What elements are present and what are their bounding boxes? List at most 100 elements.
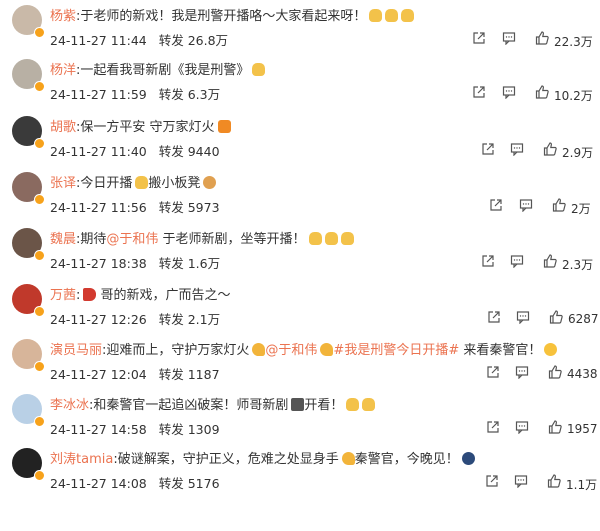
- repost-count: 转发 26.8万: [158, 33, 229, 48]
- like-icon: [543, 254, 557, 268]
- muscle-emoji-icon: [341, 452, 355, 465]
- verified-badge-icon: [34, 250, 45, 261]
- hand-emoji-icon: [340, 232, 354, 245]
- like-count: 22.3万: [554, 35, 593, 49]
- comment-button[interactable]: [502, 31, 516, 45]
- share-icon: [486, 420, 500, 434]
- comment-button[interactable]: [510, 254, 524, 268]
- verified-badge-icon: [34, 194, 45, 205]
- username-link[interactable]: 张译: [50, 176, 76, 191]
- like-button[interactable]: [543, 254, 557, 268]
- comment-tail: 开看！: [304, 398, 344, 413]
- username-link[interactable]: 李冰冰: [50, 398, 89, 413]
- username-link[interactable]: 杨洋: [50, 63, 76, 78]
- comment-button[interactable]: [516, 310, 530, 324]
- comment-button[interactable]: [515, 365, 529, 379]
- comment-icon: [515, 420, 529, 434]
- comment-icon: [519, 198, 533, 212]
- comment-body: :今日开播: [76, 176, 133, 191]
- share-icon: [485, 474, 499, 488]
- like-button[interactable]: [548, 420, 562, 434]
- like-button[interactable]: [548, 365, 562, 379]
- comment-meta: 24-11-27 12:04 转发 1187: [50, 365, 220, 385]
- share-icon: [472, 85, 486, 99]
- hand-emoji-icon: [346, 398, 360, 411]
- comment-button[interactable]: [519, 198, 533, 212]
- like-count: 1957: [567, 422, 598, 436]
- share-icon: [481, 254, 495, 268]
- comment-meta: 24-11-27 11:40 转发 9440: [50, 142, 220, 162]
- repost-count: 转发 9440: [158, 144, 220, 159]
- comment-row: 李冰冰:和秦警官一起追凶破案！师哥新剧 开看！ 24-11-27 14:58 转发 1…: [0, 393, 600, 445]
- share-button[interactable]: [489, 198, 503, 212]
- username-link[interactable]: 胡歌: [50, 120, 76, 135]
- like-icon: [535, 31, 549, 45]
- like-count: 2.9万: [562, 146, 594, 160]
- share-button[interactable]: [472, 31, 486, 45]
- share-button[interactable]: [481, 254, 495, 268]
- hand-emoji-icon: [362, 398, 376, 411]
- username-link[interactable]: 演员马丽: [50, 343, 102, 358]
- comment-button[interactable]: [502, 85, 516, 99]
- like-icon: [543, 142, 557, 156]
- mention-link[interactable]: @于和伟: [106, 232, 158, 247]
- hand-emoji-icon: [308, 232, 322, 245]
- username-link[interactable]: 魏晨: [50, 232, 76, 247]
- verified-badge-icon: [34, 470, 45, 481]
- comment-button[interactable]: [514, 474, 528, 488]
- share-button[interactable]: [486, 365, 500, 379]
- hashtag-link[interactable]: #我是刑警今日开播#: [333, 343, 459, 358]
- comment-icon: [515, 365, 529, 379]
- comment-meta: 24-11-27 14:08 转发 5176: [50, 474, 220, 494]
- share-button[interactable]: [486, 420, 500, 434]
- comment-text: 刘涛tamia:破谜解案，守护正义，危难之处显身手 秦警官，今晚见！: [50, 450, 475, 470]
- like-button[interactable]: [535, 31, 549, 45]
- share-button[interactable]: [472, 85, 486, 99]
- like-button[interactable]: [535, 85, 549, 99]
- share-button[interactable]: [487, 310, 501, 324]
- comment-row: 刘涛tamia:破谜解案，守护正义，危难之处显身手 秦警官，今晚见！ 24-11-2…: [0, 447, 600, 499]
- timestamp: 24-11-27 11:56: [50, 200, 147, 215]
- share-button[interactable]: [485, 474, 499, 488]
- username-link[interactable]: 杨紫: [50, 9, 76, 24]
- comment-tail: 秦警官，今晚见！: [354, 452, 459, 467]
- comment-icon: [510, 254, 524, 268]
- timestamp: 24-11-27 14:58: [50, 422, 147, 437]
- comment-row: 演员马丽:迎难而上，守护万家灯火 @于和伟 #我是刑警今日开播# 来看秦警官！ 24-…: [0, 338, 600, 390]
- orange-emoji-icon: [217, 120, 231, 133]
- repost-count: 转发 1187: [158, 367, 220, 382]
- comment-body: :保一方平安 守万家灯火: [76, 120, 215, 135]
- like-button[interactable]: [543, 142, 557, 156]
- share-icon: [489, 198, 503, 212]
- hand-emoji-icon: [369, 9, 383, 22]
- mention-link[interactable]: @于和伟: [265, 343, 317, 358]
- like-button[interactable]: [552, 198, 566, 212]
- comment-icon: [516, 310, 530, 324]
- comment-button[interactable]: [515, 420, 529, 434]
- share-icon: [486, 365, 500, 379]
- share-icon: [472, 31, 486, 45]
- like-button[interactable]: [547, 474, 561, 488]
- username-link[interactable]: 万茜: [50, 288, 76, 303]
- timestamp: 24-11-27 14:08: [50, 476, 147, 491]
- share-button[interactable]: [481, 142, 495, 156]
- comment-text: 演员马丽:迎难而上，守护万家灯火 @于和伟 #我是刑警今日开播# 来看秦警官！: [50, 341, 558, 361]
- repost-count: 转发 6.3万: [158, 87, 221, 102]
- username-link[interactable]: 刘涛tamia: [50, 452, 113, 467]
- verified-badge-icon: [34, 306, 45, 317]
- comment-text: 张译:今日开播 搬小板凳: [50, 174, 217, 194]
- comment-row: 杨紫:于老师的新戏！我是刑警开播咯～大家看起来呀！ 24-11-27 11:44 转…: [0, 4, 600, 56]
- share-icon: [481, 142, 495, 156]
- timestamp: 24-11-27 18:38: [50, 256, 147, 271]
- like-icon: [549, 310, 563, 324]
- hand-emoji-icon: [252, 63, 266, 76]
- hand-emoji-icon: [401, 9, 415, 22]
- like-count: 1.1万: [566, 478, 598, 492]
- comment-button[interactable]: [510, 142, 524, 156]
- like-count: 6287: [568, 312, 599, 326]
- like-button[interactable]: [549, 310, 563, 324]
- like-count: 2.3万: [562, 258, 594, 272]
- share-icon: [487, 310, 501, 324]
- verified-badge-icon: [34, 138, 45, 149]
- verified-badge-icon: [34, 416, 45, 427]
